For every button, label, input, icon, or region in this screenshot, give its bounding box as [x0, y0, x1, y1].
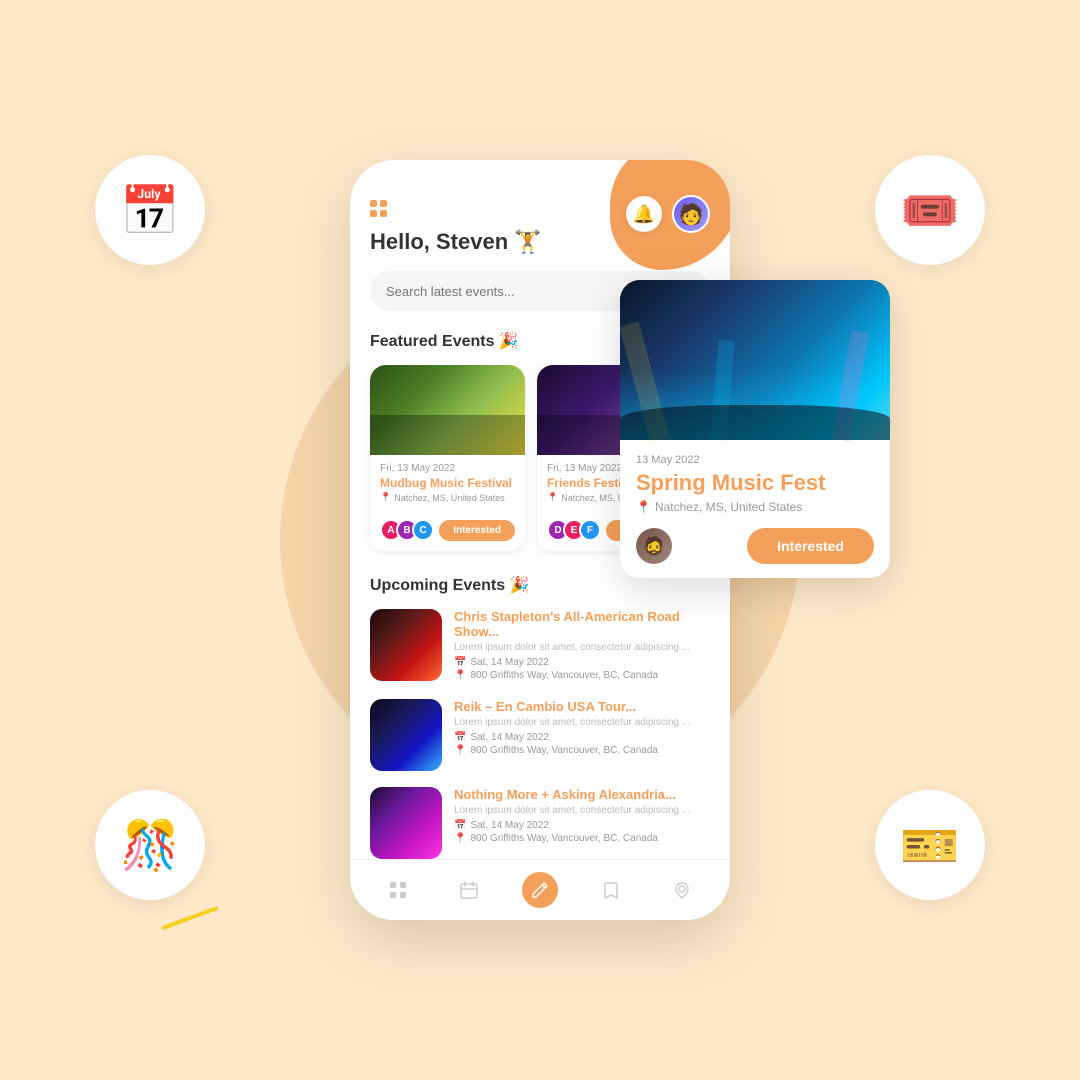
detail-card[interactable]: 13 May 2022 Spring Music Fest 📍 Natchez,…: [620, 280, 890, 578]
event-date-1: Fri, 13 May 2022: [380, 463, 515, 474]
upcoming-location-1: 📍 800 Griffiths Way, Vancouver, BC, Cana…: [454, 670, 710, 681]
upcoming-location-2: 📍 800 Griffiths Way, Vancouver, BC, Cana…: [454, 745, 710, 756]
event-name-1: Mudbug Music Festival: [380, 476, 515, 490]
nav-saved[interactable]: [593, 872, 629, 908]
detail-card-image: [620, 280, 890, 440]
event-card-footer-1: A B C Interested: [370, 519, 525, 551]
pin-icon-2: 📍: [547, 492, 558, 503]
detail-date: 13 May 2022: [636, 454, 874, 466]
grid-icon[interactable]: [370, 200, 390, 217]
location-icon-1: 📍: [454, 670, 466, 681]
float-icon-tickets: 🎫: [875, 790, 985, 900]
calendar-icon-1: 📅: [454, 657, 466, 668]
detail-title: Spring Music Fest: [636, 470, 874, 496]
bottom-navigation: [350, 859, 730, 920]
upcoming-desc-2: Lorem ipsum dolor sit amet, consectetur …: [454, 717, 710, 728]
event-location-1: 📍 Natchez, MS, United States: [380, 492, 515, 503]
upcoming-desc-1: Lorem ipsum dolor sit amet, consectetur …: [454, 642, 710, 653]
upcoming-date-1: 📅 Sat, 14 May 2022: [454, 657, 710, 668]
notification-bell[interactable]: 🔔: [626, 196, 662, 232]
nav-calendar[interactable]: [451, 872, 487, 908]
interested-button-1[interactable]: Interested: [439, 520, 515, 541]
pin-icon: 📍: [380, 492, 391, 503]
upcoming-info-2: Reik – En Cambio USA Tour... Lorem ipsum…: [454, 699, 710, 758]
detail-interested-button[interactable]: Interested: [747, 528, 874, 564]
calendar-icon-3: 📅: [454, 820, 466, 831]
event-card-image-1: [370, 365, 525, 455]
featured-event-1[interactable]: Fri, 13 May 2022 Mudbug Music Festival 📍…: [370, 365, 525, 551]
upcoming-title-1: Chris Stapleton's All-American Road Show…: [454, 609, 710, 639]
detail-pin-icon: 📍: [636, 500, 651, 514]
nav-edit-active[interactable]: [522, 872, 558, 908]
upcoming-title-2: Reik – En Cambio USA Tour...: [454, 699, 710, 714]
upcoming-date-2: 📅 Sat, 14 May 2022: [454, 732, 710, 743]
upcoming-event-3[interactable]: Nothing More + Asking Alexandria... Lore…: [370, 787, 710, 859]
upcoming-desc-3: Lorem ipsum dolor sit amet, consectetur …: [454, 805, 710, 816]
decorative-line: [161, 906, 219, 930]
upcoming-image-1: [370, 609, 442, 681]
upcoming-date-3: 📅 Sat, 14 May 2022: [454, 820, 710, 831]
attendee-avatar-3: C: [412, 519, 434, 541]
calendar-icon-2: 📅: [454, 732, 466, 743]
phone-wrapper: 🔔 🧑 Hello, Steven 🏋: [350, 160, 730, 920]
attendee-avatars-2: D E F: [547, 519, 601, 541]
float-icon-calendar: 📅: [95, 155, 205, 265]
upcoming-event-1[interactable]: Chris Stapleton's All-American Road Show…: [370, 609, 710, 683]
upcoming-location-3: 📍 800 Griffiths Way, Vancouver, BC, Cana…: [454, 833, 710, 844]
detail-card-body: 13 May 2022 Spring Music Fest 📍 Natchez,…: [620, 440, 890, 578]
detail-location: 📍 Natchez, MS, United States: [636, 500, 874, 514]
upcoming-info-1: Chris Stapleton's All-American Road Show…: [454, 609, 710, 683]
location-icon-2: 📍: [454, 745, 466, 756]
upcoming-title-3: Nothing More + Asking Alexandria...: [454, 787, 710, 802]
upcoming-event-2[interactable]: Reik – En Cambio USA Tour... Lorem ipsum…: [370, 699, 710, 771]
event-card-info-1: Fri, 13 May 2022 Mudbug Music Festival 📍…: [370, 455, 525, 519]
location-icon-3: 📍: [454, 833, 466, 844]
upcoming-image-2: [370, 699, 442, 771]
upcoming-section: Upcoming Events 🎉 Chris Stapleton's All-…: [350, 555, 730, 860]
nav-home[interactable]: [380, 872, 416, 908]
detail-avatar: 🧔: [636, 528, 672, 564]
phone-header-icons: 🔔 🧑: [626, 195, 710, 233]
attendee-avatars-1: A B C: [380, 519, 434, 541]
attendee-avatar-6: F: [579, 519, 601, 541]
nav-location[interactable]: [664, 872, 700, 908]
float-icon-party: 🎊: [95, 790, 205, 900]
upcoming-image-3: [370, 787, 442, 859]
user-avatar[interactable]: 🧑: [672, 195, 710, 233]
float-icon-ticket: 🎟️: [875, 155, 985, 265]
upcoming-info-3: Nothing More + Asking Alexandria... Lore…: [454, 787, 710, 846]
detail-footer: 🧔 Interested: [636, 528, 874, 564]
